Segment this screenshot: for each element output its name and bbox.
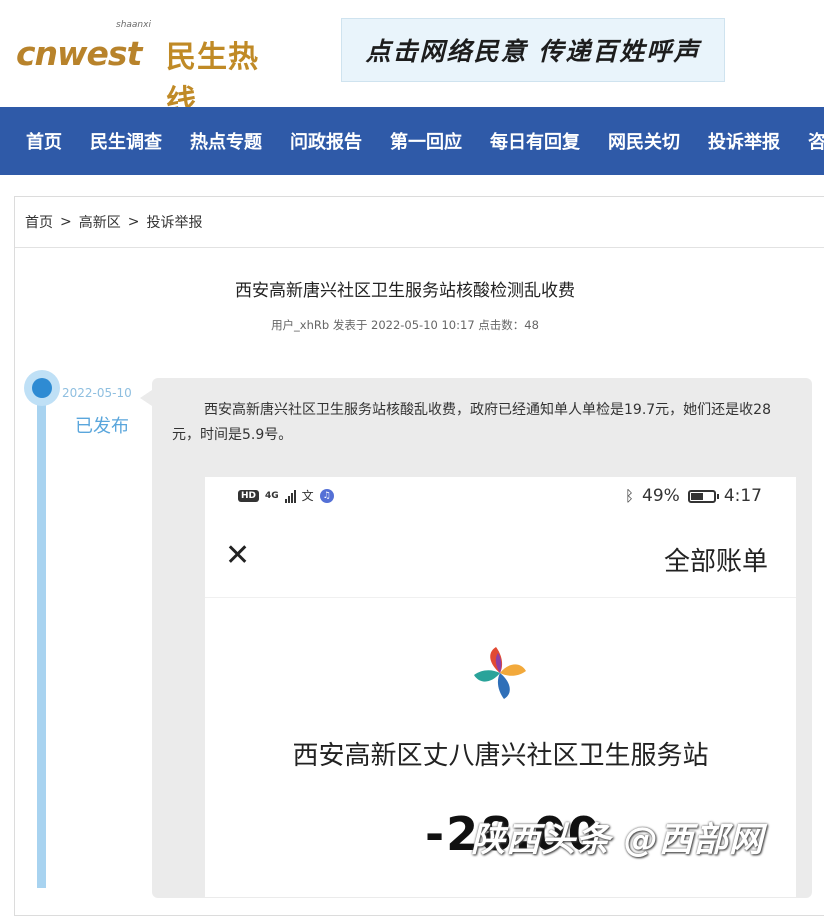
nav-item-daily-reply[interactable]: 每日有回复 [476, 128, 594, 154]
logo-en: cnwest [16, 34, 142, 73]
breadcrumb-category[interactable]: 投诉举报 [146, 212, 202, 232]
text-icon: 文 [301, 489, 314, 503]
source-watermark: 陕西头条 @西部网 [471, 820, 764, 860]
post-meta: 用户_xhRb 发表于 2022-05-10 10:17 点击数：48 [271, 318, 539, 332]
breadcrumb-separator: > [60, 214, 72, 230]
timeline-status: 已发布 [75, 416, 129, 437]
banner-text: 点击网络民意 传递百姓呼声 [365, 37, 701, 66]
nav-item-topics[interactable]: 热点专题 [176, 128, 276, 154]
bluetooth-icon: ᛒ [625, 487, 635, 505]
nav-item-first-response[interactable]: 第一回应 [376, 128, 476, 154]
header-banner[interactable]: 点击网络民意 传递百姓呼声 [341, 18, 725, 82]
phone-time: 4:17 [723, 486, 762, 506]
nav-item-concerns[interactable]: 网民关切 [594, 128, 694, 154]
signal-icon [284, 489, 296, 503]
timeline-line [37, 388, 46, 888]
logo-small-text: shaanxi [116, 20, 151, 30]
complaint-text: 西安高新唐兴社区卫生服务站核酸乱收费，政府已经通知单人单检是19.7元，她们还是… [172, 402, 771, 443]
site-logo[interactable]: shaanxi cnwest 民生热线 [16, 18, 286, 119]
merchant-name: 西安高新区丈八唐兴社区卫生服务站 [292, 741, 709, 771]
breadcrumb-separator: > [127, 214, 140, 230]
breadcrumb: 首页 > 高新区 > 投诉举报 [15, 197, 824, 248]
breadcrumb-district[interactable]: 高新区 [79, 212, 121, 232]
timeline-date: 2022-05-10 [62, 386, 132, 400]
nav-item-complaints[interactable]: 投诉举报 [694, 128, 794, 154]
breadcrumb-home[interactable]: 首页 [25, 212, 53, 232]
music-icon: ♫ [319, 488, 334, 503]
battery-percent: 49% [642, 486, 680, 506]
network-type: 4G [265, 490, 279, 501]
nav-item-reports[interactable]: 问政报告 [276, 128, 376, 154]
close-icon: ✕ [225, 538, 251, 573]
timeline-dot-icon [24, 370, 60, 406]
nav-item-consult[interactable]: 咨 [794, 128, 824, 154]
phone-status-bar: HD 4G 文 ♫ ᛒ 49% 4:17 [205, 477, 796, 519]
nav-item-survey[interactable]: 民生调查 [76, 128, 176, 154]
bill-title: 全部账单 [663, 547, 768, 577]
post-title: 西安高新唐兴社区卫生服务站核酸检测乱收费 [235, 281, 575, 301]
battery-icon [687, 489, 719, 503]
merchant-logo-icon [474, 647, 526, 699]
main-nav: 首页 民生调查 热点专题 问政报告 第一回应 每日有回复 网民关切 投诉举报 咨 [0, 107, 824, 175]
phone-header: ✕ 全部账单 [205, 519, 796, 598]
nav-item-home[interactable]: 首页 [12, 128, 76, 154]
hd-icon: HD [238, 489, 260, 502]
site-header: shaanxi cnwest 民生热线 点击网络民意 传递百姓呼声 [0, 0, 824, 119]
